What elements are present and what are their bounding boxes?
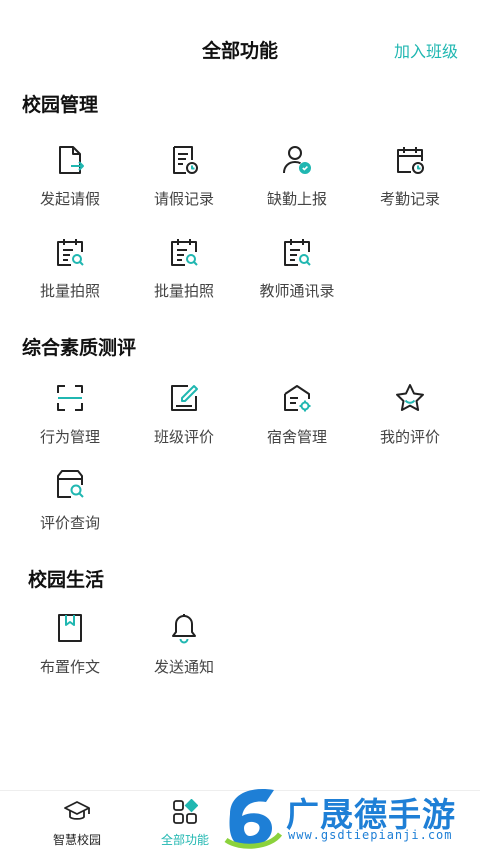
graduation-cap-icon <box>64 801 90 820</box>
attendance-record-icon <box>397 147 424 174</box>
grid-item-teacher-contacts[interactable]: 教师通讯录 <box>240 232 354 312</box>
grid-item-dorm-management[interactable]: 宿舍管理 <box>240 378 354 458</box>
grid-item-label: 发起请假 <box>39 190 100 208</box>
search-box-icon <box>57 470 84 498</box>
grid-item-my-evaluation[interactable]: 我的评价 <box>353 378 467 458</box>
grid-item-label: 班级评价 <box>153 428 214 446</box>
grid-item-label: 教师通讯录 <box>259 282 335 300</box>
edit-icon <box>171 385 198 411</box>
grid-item-label: 发送通知 <box>153 658 214 676</box>
section-title-quality-evaluation: 综合素质测评 <box>22 337 137 359</box>
grid-item-evaluation-query[interactable]: 评价查询 <box>13 464 127 544</box>
watermark-logo-icon <box>224 789 283 849</box>
grid-item-send-notice[interactable]: 发送通知 <box>127 608 241 688</box>
grid-item-behavior-management[interactable]: 行为管理 <box>13 378 127 458</box>
grid-item-assign-essay[interactable]: 布置作文 <box>13 608 127 688</box>
leave-request-icon <box>59 146 84 174</box>
tab-smart-campus[interactable]: 智慧校园 <box>22 791 132 854</box>
star-icon <box>396 384 424 411</box>
section-title-campus-life: 校园生活 <box>28 569 105 591</box>
join-class-button[interactable]: 加入班级 <box>394 38 458 62</box>
grid-item-label: 考勤记录 <box>379 190 440 208</box>
grid-item-label: 宿舍管理 <box>266 428 327 446</box>
bell-icon <box>172 614 196 644</box>
grid-item-batch-photo[interactable]: 批量拍照 <box>127 232 241 312</box>
grid-item-label: 请假记录 <box>153 190 214 208</box>
top-bar: 全部功能 加入班级 <box>0 22 480 74</box>
watermark-url: www.gsdtiepianji.com <box>288 828 453 842</box>
grid-item-label: 批量拍照 <box>39 282 100 300</box>
grid-item-label: 行为管理 <box>39 428 100 446</box>
bookmark-icon <box>58 614 82 642</box>
grid-item-leave-request[interactable]: 发起请假 <box>13 140 127 220</box>
grid-item-batch-photo[interactable]: 批量拍照 <box>13 232 127 312</box>
tab-label: 智慧校园 <box>52 833 101 847</box>
grid-item-label: 布置作文 <box>39 658 100 676</box>
status-bar <box>0 0 480 12</box>
grid-item-label: 缺勤上报 <box>266 190 327 208</box>
batch-photo-icon <box>57 239 84 266</box>
section-title-campus-management: 校园管理 <box>22 94 99 116</box>
grid-icon <box>173 799 198 824</box>
grid-item-label: 我的评价 <box>379 428 440 446</box>
grid-item-label: 批量拍照 <box>153 282 214 300</box>
grid-item-attendance-record[interactable]: 考勤记录 <box>353 140 467 220</box>
batch-photo-icon <box>171 239 198 266</box>
dorm-icon <box>284 385 311 412</box>
teacher-contacts-icon <box>284 239 311 266</box>
grid-item-class-evaluation[interactable]: 班级评价 <box>127 378 241 458</box>
grid-item-label: 评价查询 <box>39 514 100 532</box>
grid-item-absence-report[interactable]: 缺勤上报 <box>240 140 354 220</box>
scan-icon <box>57 385 83 411</box>
watermark: 广晟德手游 www.gsdtiepianji.com <box>218 782 480 853</box>
absence-report-icon <box>283 146 311 174</box>
leave-record-icon <box>173 146 198 174</box>
grid-item-leave-record[interactable]: 请假记录 <box>127 140 241 220</box>
